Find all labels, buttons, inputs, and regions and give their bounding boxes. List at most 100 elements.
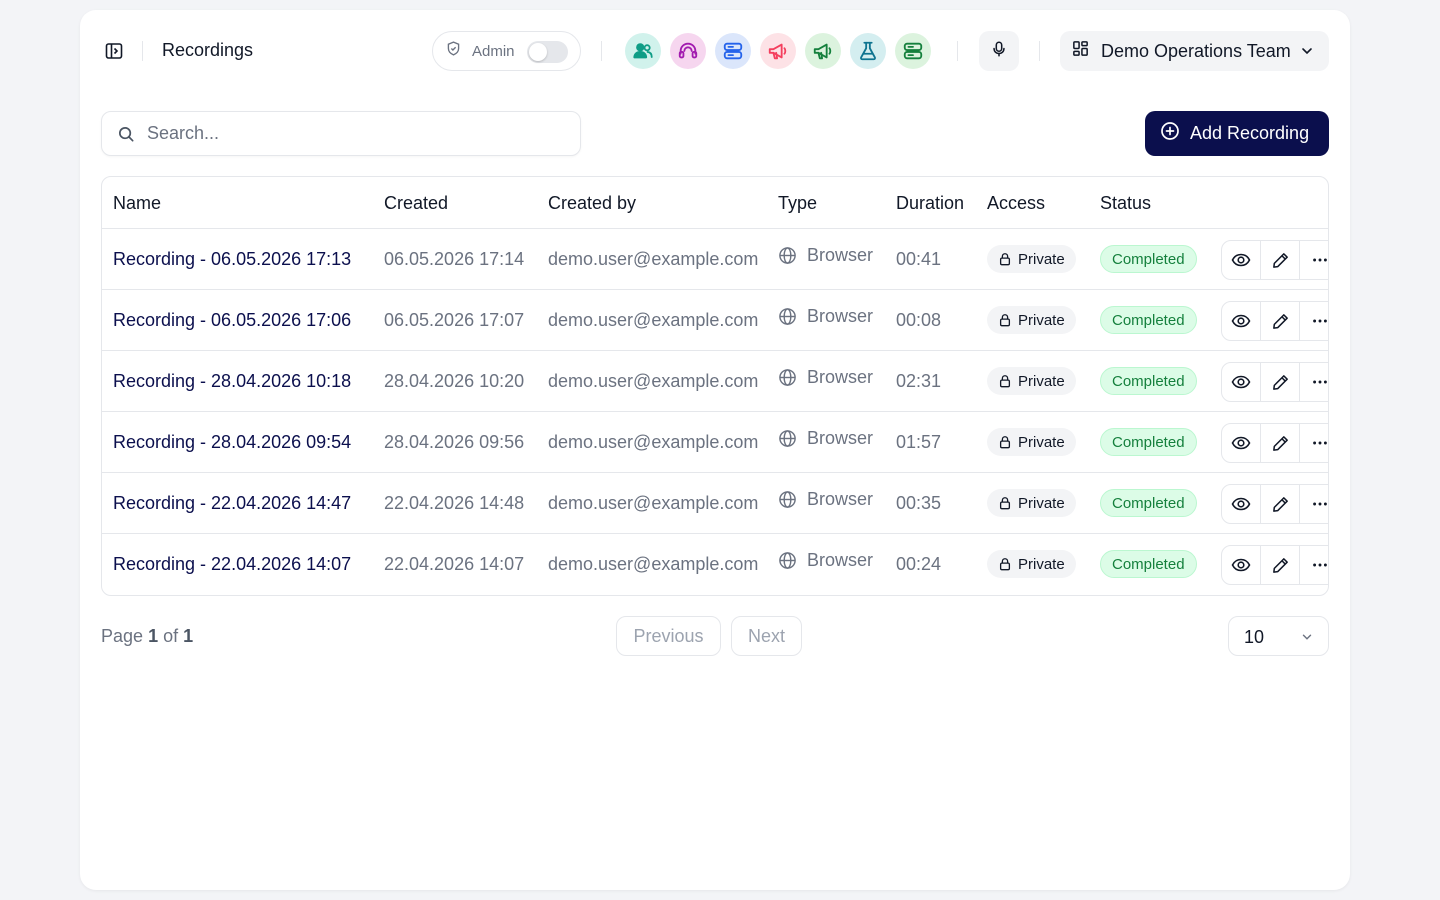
more-options-button[interactable] [1300,302,1329,340]
column-header-status[interactable]: Status [1100,193,1151,214]
column-header-access[interactable]: Access [987,193,1045,214]
type-label: Browser [807,245,874,265]
total-pages: 1 [183,626,194,646]
sidebar-toggle-icon[interactable] [102,39,126,63]
access-badge: Private [987,245,1076,273]
lock-icon [998,435,1012,449]
table-row[interactable]: Recording - 06.05.2026 17:06 06.05.2026 1… [102,290,1328,351]
edit-button[interactable] [1261,546,1300,584]
view-button[interactable] [1222,485,1261,523]
view-button[interactable] [1222,302,1261,340]
lock-icon [998,252,1012,266]
app-shortcut-button[interactable] [895,33,931,69]
column-header-created-by[interactable]: Created by [548,193,636,214]
recording-type: Browser [778,245,873,266]
table-row[interactable]: Recording - 06.05.2026 17:13 06.05.2026 1… [102,229,1328,290]
edit-button[interactable] [1261,485,1300,523]
app-shortcut-button[interactable] [670,33,706,69]
access-badge: Private [987,428,1076,456]
lock-icon [998,496,1012,510]
admin-toggle[interactable] [527,41,568,63]
app-shortcut-button[interactable] [715,33,751,69]
more-horizontal-icon [1311,556,1329,574]
microphone-button[interactable] [979,31,1019,71]
pencil-icon [1271,495,1290,514]
access-badge: Private [987,550,1076,578]
app-shortcut-button[interactable] [625,33,661,69]
page-word: Page [101,626,144,646]
add-recording-button[interactable]: Add Recording [1145,111,1329,156]
status-badge: Completed [1100,489,1197,517]
recording-name-link[interactable]: Recording - 06.05.2026 17:13 [113,249,351,270]
page-size-select[interactable]: 10 [1228,616,1329,656]
pencil-icon [1271,251,1290,270]
duration: 02:31 [896,371,942,391]
more-options-button[interactable] [1300,546,1329,584]
more-options-button[interactable] [1300,241,1328,279]
table-row[interactable]: Recording - 22.04.2026 14:47 22.04.2026 1… [102,473,1328,534]
shield-icon [445,40,462,62]
edit-button[interactable] [1261,241,1300,279]
status-badge: Completed [1100,367,1197,395]
app-shortcut-button[interactable] [760,33,796,69]
recording-type: Browser [778,550,873,571]
status-badge: Completed [1100,306,1197,334]
type-label: Browser [807,489,874,509]
created-date: 28.04.2026 10:20 [384,371,525,391]
grid-icon [1071,39,1090,63]
column-header-duration[interactable]: Duration [896,193,964,214]
more-options-button[interactable] [1300,485,1328,523]
app-shortcut-button[interactable] [850,33,886,69]
plus-circle-icon [1160,121,1180,146]
globe-icon [778,246,797,265]
recording-name-link[interactable]: Recording - 22.04.2026 14:07 [113,554,351,575]
row-actions [1221,545,1329,585]
more-horizontal-icon [1311,434,1329,452]
edit-button[interactable] [1261,302,1300,340]
table-row[interactable]: Recording - 28.04.2026 09:54 28.04.2026 0… [102,412,1328,473]
column-header-name[interactable]: Name [113,193,161,214]
view-button[interactable] [1222,546,1261,584]
table-row[interactable]: Recording - 28.04.2026 10:18 28.04.2026 1… [102,351,1328,412]
search-input[interactable] [147,112,567,155]
lock-icon [998,374,1012,388]
app-shortcut-button[interactable] [805,33,841,69]
more-horizontal-icon [1311,312,1329,330]
duration: 00:24 [896,554,942,574]
recording-name-link[interactable]: Recording - 28.04.2026 09:54 [113,432,351,453]
recording-name-link[interactable]: Recording - 28.04.2026 10:18 [113,371,351,392]
recording-name-link[interactable]: Recording - 22.04.2026 14:47 [113,493,351,514]
admin-mode-pill: Admin [432,31,581,71]
previous-page-button[interactable]: Previous [616,616,721,656]
row-actions [1221,240,1328,280]
team-selector[interactable]: Demo Operations Team [1060,31,1329,71]
column-header-created[interactable]: Created [384,193,448,214]
recording-name-link[interactable]: Recording - 06.05.2026 17:06 [113,310,351,331]
table-row[interactable]: Recording - 22.04.2026 14:07 22.04.2026 1… [102,534,1328,595]
access-label: Private [1018,250,1065,268]
top-bar: Recordings Admin Demo Operations Team [80,30,1350,72]
status-badge: Completed [1100,245,1197,273]
edit-button[interactable] [1261,363,1300,401]
access-badge: Private [987,367,1076,395]
page-title: Recordings [162,40,254,60]
globe-icon [778,490,797,509]
more-horizontal-icon [1311,373,1329,391]
view-button[interactable] [1222,424,1261,462]
view-button[interactable] [1222,363,1261,401]
next-page-button[interactable]: Next [731,616,802,656]
duration: 00:08 [896,310,942,330]
view-button[interactable] [1222,241,1261,279]
more-options-button[interactable] [1300,424,1329,462]
type-label: Browser [807,428,874,448]
duration: 00:35 [896,493,942,513]
row-actions [1221,301,1329,341]
column-header-type[interactable]: Type [778,193,817,214]
more-options-button[interactable] [1300,363,1329,401]
edit-button[interactable] [1261,424,1300,462]
globe-icon [778,307,797,326]
eye-icon [1231,372,1251,392]
pencil-icon [1271,434,1290,453]
search-icon [117,125,136,149]
globe-icon [778,429,797,448]
